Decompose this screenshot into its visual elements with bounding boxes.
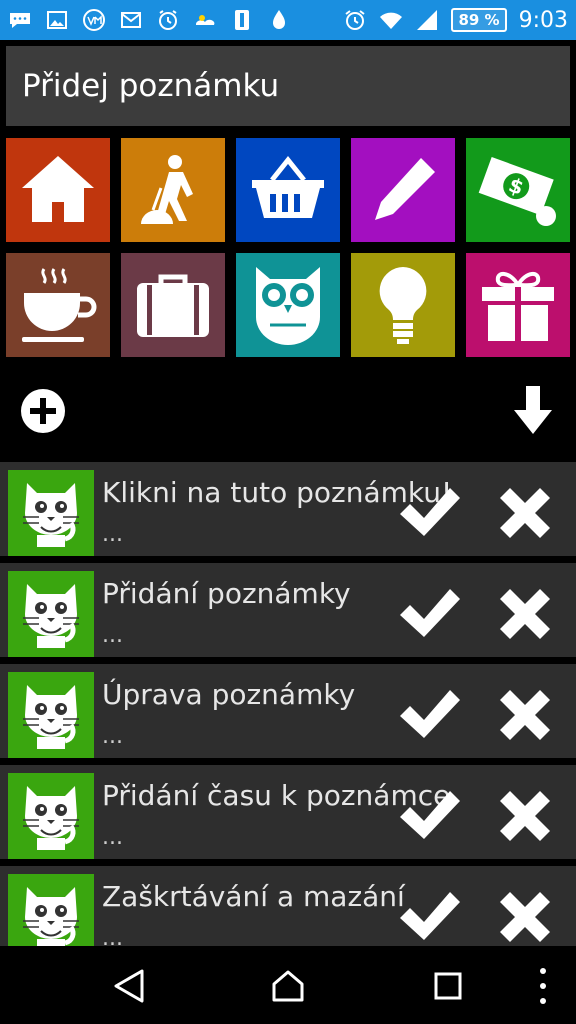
weather-icon [193, 8, 217, 32]
cat-avatar [8, 874, 94, 946]
gmail-icon [119, 8, 143, 32]
note-subtitle: ... [102, 522, 123, 547]
status-bar: 89 % 9:03 [0, 0, 576, 40]
category-home[interactable] [6, 138, 110, 242]
close-icon[interactable] [498, 688, 552, 742]
house-icon [22, 156, 94, 222]
list-item[interactable]: Klikni na tuto poznámku! ... [0, 462, 576, 556]
overflow-menu-icon[interactable] [536, 966, 550, 1006]
list-item[interactable]: Úprava poznámky ... [0, 664, 576, 758]
category-owl[interactable] [236, 253, 340, 357]
check-icon[interactable] [398, 484, 462, 540]
navigation-bar [0, 946, 576, 1024]
category-shopping[interactable] [236, 138, 340, 242]
chat-icon [8, 8, 32, 32]
alarm-icon [343, 8, 367, 32]
note-list[interactable]: Klikni na tuto poznámku! ... Přidání poz… [0, 462, 576, 946]
plus-circle-icon[interactable] [20, 388, 66, 434]
cat-icon [23, 483, 79, 547]
cat-avatar [8, 470, 94, 556]
cat-avatar [8, 672, 94, 758]
list-item[interactable]: Přidání času k poznámce ... [0, 765, 576, 859]
note-subtitle: ... [102, 825, 123, 850]
cat-icon [23, 685, 79, 749]
basket-icon [252, 155, 324, 218]
briefcase-icon [137, 274, 209, 337]
category-grid: $ [6, 138, 570, 357]
category-money[interactable]: $ [466, 138, 570, 242]
category-travel[interactable] [121, 253, 225, 357]
water-drop-icon [267, 8, 291, 32]
close-icon[interactable] [498, 587, 552, 641]
close-icon[interactable] [498, 789, 552, 843]
category-gift[interactable] [466, 253, 570, 357]
note-subtitle: ... [102, 623, 123, 648]
category-idea[interactable] [351, 253, 455, 357]
note-subtitle: ... [102, 724, 123, 749]
arrow-down-icon[interactable] [512, 384, 554, 436]
clock: 9:03 [518, 7, 568, 33]
lightbulb-icon [379, 267, 427, 344]
check-icon[interactable] [398, 888, 462, 944]
image-icon [45, 8, 69, 32]
recents-icon[interactable] [434, 972, 462, 1000]
cat-icon [23, 584, 79, 648]
check-icon[interactable] [398, 686, 462, 742]
close-icon[interactable] [498, 890, 552, 944]
category-coffee[interactable] [6, 253, 110, 357]
cat-avatar [8, 773, 94, 859]
home-icon[interactable] [270, 968, 306, 1004]
alarm-clock-icon [156, 8, 180, 32]
note-subtitle: ... [102, 926, 123, 946]
category-write[interactable] [351, 138, 455, 242]
close-icon[interactable] [498, 486, 552, 540]
category-work[interactable] [121, 138, 225, 242]
worker-icon [141, 155, 193, 224]
battery-indicator: 89 % [451, 8, 507, 32]
vmd-icon [82, 8, 106, 32]
owl-icon [256, 267, 320, 345]
cat-icon [23, 887, 79, 946]
list-item[interactable]: Přidání poznámky ... [0, 563, 576, 657]
cat-avatar [8, 571, 94, 657]
gift-icon [482, 272, 554, 341]
sim-icon [230, 8, 254, 32]
list-item[interactable]: Zaškrtávání a mazání ... [0, 866, 576, 946]
wifi-icon [379, 8, 403, 32]
signal-icon [415, 8, 439, 32]
money-icon: $ [478, 157, 556, 226]
page-title[interactable]: Přidej poznámku [6, 46, 570, 126]
check-icon[interactable] [398, 787, 462, 843]
back-icon[interactable] [112, 968, 146, 1004]
cat-icon [23, 786, 79, 850]
coffee-icon [22, 268, 97, 342]
check-icon[interactable] [398, 585, 462, 641]
pencil-icon [375, 158, 435, 220]
